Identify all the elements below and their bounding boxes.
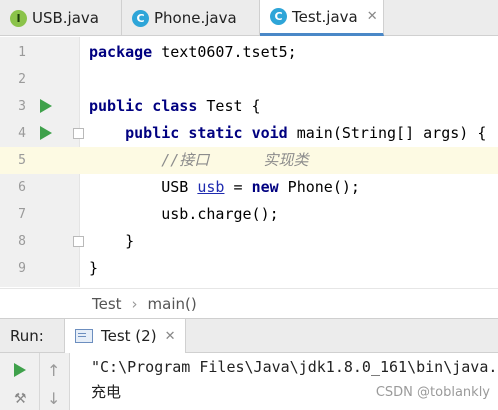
console-output[interactable]: "C:\Program Files\Java\jdk1.8.0_161\bin\…	[71, 353, 498, 410]
line-number: 7	[18, 207, 26, 222]
arrow-down-icon[interactable]: ↓	[47, 389, 60, 408]
code-text: public class Test {	[89, 97, 261, 115]
run-config-tab[interactable]: Test (2) ✕	[64, 319, 187, 353]
line-number: 6	[18, 180, 26, 195]
code-text: USB usb = new Phone();	[161, 178, 360, 196]
breadcrumb-method[interactable]: main()	[148, 295, 197, 313]
tab-test-java[interactable]: C Test.java ✕	[260, 0, 384, 36]
line-number: 2	[18, 72, 26, 87]
line-number: 5	[18, 153, 26, 168]
chevron-right-icon: ›	[131, 294, 138, 313]
run-tab-label: Test (2)	[101, 327, 157, 345]
code-line: 3 public class Test {	[0, 93, 498, 120]
code-editor[interactable]: 1 package text0607.tset5; 2 3 public cla…	[0, 37, 498, 287]
line-number: 1	[18, 45, 26, 60]
tab-label: Test.java	[292, 7, 358, 26]
code-line: 7 usb.charge();	[0, 201, 498, 228]
arrow-up-icon[interactable]: ↑	[47, 361, 60, 380]
code-text: }	[125, 232, 135, 250]
class-icon: C	[132, 9, 149, 27]
code-line: 8 }	[0, 228, 498, 255]
watermark: CSDN @toblankly	[375, 385, 490, 400]
console-line: 充电	[91, 383, 122, 401]
line-number: 8	[18, 234, 26, 249]
code-line: 2	[0, 66, 498, 93]
interface-icon: I	[10, 9, 27, 27]
run-panel-header: Run: Test (2) ✕	[0, 318, 498, 353]
wrench-icon[interactable]: ⚒	[14, 391, 27, 407]
tab-usb-java[interactable]: I USB.java	[0, 0, 122, 36]
run-panel-title: Run:	[10, 327, 44, 345]
close-icon[interactable]: ✕	[165, 329, 176, 344]
code-text: public static void main(String[] args) {	[125, 124, 487, 142]
tab-label: Phone.java	[154, 9, 237, 27]
run-gutter-icon[interactable]	[40, 99, 52, 113]
console-icon	[75, 329, 93, 343]
editor-tab-bar: I USB.java C Phone.java C Test.java ✕	[0, 0, 498, 36]
run-toolbar-secondary: ↑ ↓	[40, 353, 70, 410]
tab-phone-java[interactable]: C Phone.java	[122, 0, 260, 36]
code-line: 6 USB usb = new Phone();	[0, 174, 498, 201]
line-number: 3	[18, 99, 26, 114]
tab-label: USB.java	[32, 9, 99, 27]
breadcrumb-class[interactable]: Test	[92, 295, 122, 313]
code-line: 1 package text0607.tset5;	[0, 39, 498, 66]
console-line: "C:\Program Files\Java\jdk1.8.0_161\bin\…	[91, 358, 498, 376]
run-gutter-icon[interactable]	[40, 126, 52, 140]
code-line: 9 }	[0, 255, 498, 282]
line-number: 9	[18, 261, 26, 276]
class-icon: C	[270, 8, 287, 25]
fold-icon[interactable]	[73, 236, 84, 247]
close-icon[interactable]: ✕	[367, 9, 378, 24]
code-line: 4 public static void main(String[] args)…	[0, 120, 498, 147]
code-line-current: 5 //接口 实现类	[0, 147, 498, 174]
fold-icon[interactable]	[73, 128, 84, 139]
run-toolbar: ⚒	[0, 353, 40, 410]
breadcrumb: Test › main()	[0, 288, 498, 318]
code-text: package text0607.tset5;	[89, 43, 297, 61]
line-number: 4	[18, 126, 26, 141]
rerun-icon[interactable]	[14, 363, 26, 377]
code-text: usb.charge();	[161, 205, 279, 223]
code-text: //接口 实现类	[161, 151, 309, 169]
code-text: }	[89, 259, 99, 277]
